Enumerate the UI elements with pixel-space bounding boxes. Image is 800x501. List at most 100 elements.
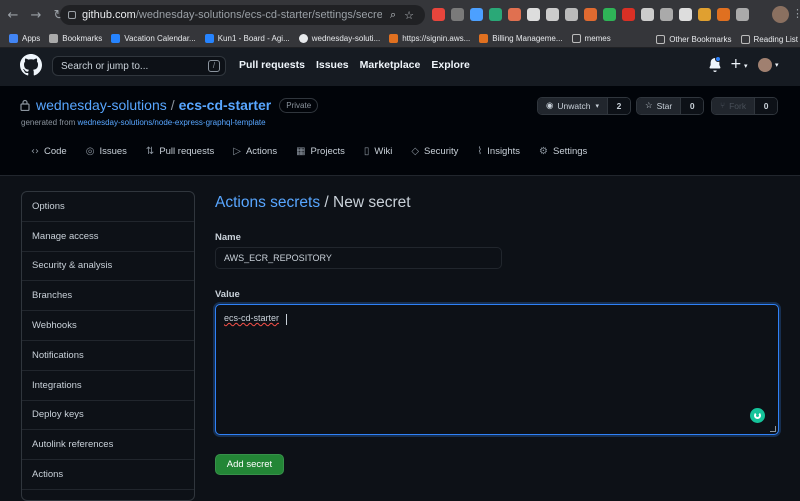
star-button[interactable]: ☆ Star bbox=[637, 98, 682, 114]
bookmark-vacation-calendar[interactable]: Vacation Calendar... bbox=[111, 34, 196, 43]
forks-count[interactable]: 0 bbox=[755, 98, 778, 114]
watchers-count[interactable]: 2 bbox=[608, 98, 631, 114]
tab-security[interactable]: ◇ Security bbox=[411, 146, 458, 157]
slash-shortcut-icon: / bbox=[208, 60, 220, 72]
forward-icon[interactable]: → bbox=[26, 5, 46, 25]
bookmark-wednesday-solutions[interactable]: wednesday-soluti... bbox=[298, 34, 380, 43]
secret-value-textarea[interactable]: ecs-cd-starter bbox=[215, 304, 779, 435]
url-text: github.com/wednesday-solutions/ecs-cd-st… bbox=[82, 9, 382, 21]
sidebar-item-notifications[interactable]: Notifications bbox=[22, 341, 194, 371]
chevron-down-icon[interactable]: ▾ bbox=[775, 61, 779, 69]
back-icon[interactable]: ← bbox=[3, 5, 23, 25]
secret-name-input[interactable]: AWS_ECR_REPOSITORY bbox=[215, 247, 502, 269]
notification-dot bbox=[715, 56, 721, 62]
tab-code[interactable]: ‹› Code bbox=[31, 146, 67, 157]
sidebar-item-options[interactable]: Options bbox=[22, 192, 194, 222]
github-header: Search or jump to... / Pull requests Iss… bbox=[0, 48, 800, 86]
user-avatar[interactable] bbox=[758, 58, 772, 72]
fork-label: Fork bbox=[729, 101, 747, 111]
nav-issues[interactable]: Issues bbox=[316, 59, 349, 71]
sidebar-item-deploy-keys[interactable]: Deploy keys bbox=[22, 401, 194, 431]
tab-insights[interactable]: ⌇ Insights bbox=[477, 146, 520, 157]
tab-projects[interactable]: ▦ Projects bbox=[296, 146, 345, 157]
unwatch-button[interactable]: ◉ Unwatch ▾ bbox=[538, 98, 609, 114]
extension-icon[interactable] bbox=[698, 8, 711, 21]
tab-actions[interactable]: ▷ Actions bbox=[233, 146, 277, 157]
fork-button[interactable]: ⑂ Fork bbox=[712, 98, 756, 114]
extension-icon[interactable] bbox=[679, 8, 692, 21]
bookmark-aws-signin[interactable]: https://signin.aws... bbox=[389, 34, 470, 43]
extension-icon[interactable] bbox=[660, 8, 673, 21]
jira-icon bbox=[111, 34, 121, 43]
nav-marketplace[interactable]: Marketplace bbox=[360, 59, 421, 71]
tab-pull-requests[interactable]: ⇅ Pull requests bbox=[146, 146, 214, 157]
extension-icon[interactable] bbox=[527, 8, 540, 21]
grammarly-icon[interactable] bbox=[750, 408, 765, 423]
generated-prefix: generated from bbox=[21, 118, 76, 127]
extensions-row bbox=[432, 8, 749, 21]
tab-label: Pull requests bbox=[159, 146, 215, 157]
tab-issues[interactable]: ◎ Issues bbox=[86, 146, 127, 157]
github-logo-icon[interactable] bbox=[20, 54, 42, 76]
bookmark-memes[interactable]: memes bbox=[571, 34, 611, 43]
settings-sidebar: Options Manage access Security & analysis B… bbox=[21, 191, 195, 501]
bookmark-kun1-board[interactable]: Kun1 - Board - Agi... bbox=[204, 34, 290, 43]
sidebar-item-branches[interactable]: Branches bbox=[22, 281, 194, 312]
search-input[interactable]: Search or jump to... / bbox=[52, 56, 226, 76]
nav-explore[interactable]: Explore bbox=[431, 59, 470, 71]
bookmark-star-icon[interactable]: ☆ bbox=[404, 9, 414, 22]
repo-name-link[interactable]: ecs-cd-starter bbox=[179, 97, 272, 113]
extension-icon[interactable] bbox=[546, 8, 559, 21]
add-secret-button[interactable]: Add secret bbox=[215, 454, 284, 475]
tab-settings[interactable]: ⚙ Settings bbox=[539, 146, 587, 157]
issue-icon: ◎ bbox=[85, 146, 95, 157]
code-icon: ‹› bbox=[31, 146, 39, 157]
extension-icon[interactable] bbox=[717, 8, 730, 21]
secret-name-value: AWS_ECR_REPOSITORY bbox=[224, 253, 332, 263]
browser-profile-avatar[interactable] bbox=[772, 6, 789, 23]
repo-owner-link[interactable]: wednesday-solutions bbox=[36, 97, 167, 113]
create-new-icon[interactable]: + ▾ bbox=[730, 56, 747, 72]
extension-icon[interactable] bbox=[432, 8, 445, 21]
reading-list[interactable]: Reading List bbox=[740, 34, 798, 44]
sidebar-item-autolink-references[interactable]: Autolink references bbox=[22, 430, 194, 461]
repo-title: wednesday-solutions / ecs-cd-starter Pri… bbox=[20, 97, 319, 113]
bookmark-apps[interactable]: Apps bbox=[9, 34, 40, 43]
extension-icon[interactable] bbox=[489, 8, 502, 21]
zoom-icon[interactable]: ⌕ bbox=[390, 8, 396, 22]
breadcrumb-actions-secrets[interactable]: Actions secrets bbox=[215, 194, 320, 211]
sidebar-item-webhooks[interactable]: Webhooks bbox=[22, 311, 194, 341]
unwatch-button-group: ◉ Unwatch ▾ 2 bbox=[537, 97, 632, 115]
fork-icon: ⑂ bbox=[720, 101, 726, 111]
star-icon bbox=[49, 34, 59, 43]
tab-label: Projects bbox=[310, 146, 345, 157]
extension-icon[interactable] bbox=[451, 8, 464, 21]
extension-icon[interactable] bbox=[508, 8, 521, 21]
template-repo-link[interactable]: wednesday-solutions/node-express-graphql… bbox=[78, 118, 266, 127]
resize-handle-icon[interactable] bbox=[770, 426, 776, 432]
tab-wiki[interactable]: ▯ Wiki bbox=[364, 146, 392, 157]
apps-grid-icon bbox=[9, 34, 18, 43]
sidebar-item-security-analysis[interactable]: Security & analysis bbox=[22, 252, 194, 282]
extension-icon[interactable] bbox=[622, 8, 635, 21]
extension-icon[interactable] bbox=[641, 8, 654, 21]
nav-pull-requests[interactable]: Pull requests bbox=[239, 59, 305, 71]
address-bar[interactable]: github.com/wednesday-solutions/ecs-cd-st… bbox=[60, 5, 425, 25]
bookmark-bookmarks[interactable]: Bookmarks bbox=[49, 34, 102, 43]
bookmark-billing[interactable]: Billing Manageme... bbox=[479, 34, 563, 43]
bookmark-other[interactable]: Other Bookmarks bbox=[656, 34, 732, 44]
extension-icon[interactable] bbox=[584, 8, 597, 21]
extension-icon[interactable] bbox=[470, 8, 483, 21]
browser-menu-icon[interactable]: ⋮ bbox=[792, 7, 800, 20]
extension-icon[interactable] bbox=[565, 8, 578, 21]
tab-label: Issues bbox=[99, 146, 127, 157]
stars-count[interactable]: 0 bbox=[681, 98, 704, 114]
sidebar-item-integrations[interactable]: Integrations bbox=[22, 371, 194, 401]
page-title: Actions secrets / New secret bbox=[215, 194, 411, 212]
extension-icon[interactable] bbox=[736, 8, 749, 21]
sidebar-item-actions[interactable]: Actions bbox=[22, 460, 194, 490]
pull-request-icon: ⇅ bbox=[145, 146, 155, 157]
extension-icon[interactable] bbox=[603, 8, 616, 21]
sidebar-item-manage-access[interactable]: Manage access bbox=[22, 222, 194, 252]
search-placeholder: Search or jump to... bbox=[61, 60, 149, 72]
